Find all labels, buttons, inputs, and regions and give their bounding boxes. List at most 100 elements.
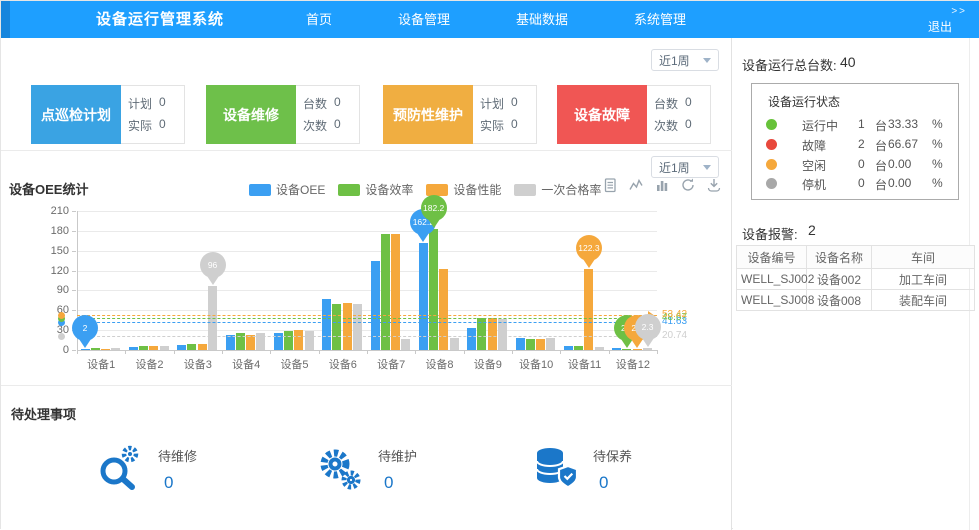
legend-label: 设备效率 bbox=[365, 181, 413, 198]
legend-item[interactable]: 一次合格率 bbox=[514, 181, 601, 198]
markpoint-pin-tip bbox=[583, 259, 595, 268]
nav-item-2[interactable]: 基础数据 bbox=[516, 1, 568, 38]
kpi-card[interactable]: 预防性维护计划0实际0 bbox=[383, 85, 537, 144]
legend-label: 一次合格率 bbox=[541, 181, 601, 198]
gridline bbox=[77, 211, 657, 212]
alarm-table-cell: 设备002 bbox=[807, 269, 872, 290]
bar-一次合格率 bbox=[595, 347, 604, 350]
bar-设备OEE bbox=[322, 299, 331, 350]
bar-设备性能 bbox=[149, 346, 158, 350]
status-percent-sign: % bbox=[932, 157, 943, 171]
kpi-card-row: 实际0 bbox=[480, 117, 536, 134]
pending-item-待维修[interactable]: 待维修0 bbox=[96, 444, 197, 493]
download-icon[interactable] bbox=[706, 177, 722, 193]
status-percent: 66.67 bbox=[888, 137, 918, 151]
markline-start-dot bbox=[58, 312, 65, 319]
bar-设备OEE bbox=[467, 328, 476, 350]
restore-icon[interactable] bbox=[680, 177, 696, 193]
pending-section: 待处理事项 待维修0待维护0待保养0 bbox=[1, 386, 732, 530]
nav-item-1[interactable]: 设备管理 bbox=[398, 1, 450, 38]
gridline bbox=[77, 310, 657, 311]
line-chart-icon[interactable] bbox=[628, 177, 644, 193]
cards-period-select[interactable]: 近1周 bbox=[651, 49, 719, 71]
status-unit: 台 bbox=[875, 176, 887, 193]
average-markline bbox=[77, 322, 657, 323]
bar-设备OEE bbox=[516, 338, 525, 350]
status-count: 0 bbox=[858, 157, 865, 171]
kpi-card-title: 点巡检计划 bbox=[31, 85, 121, 144]
x-axis-tick bbox=[415, 350, 416, 354]
x-axis-tick bbox=[77, 350, 78, 354]
chart-period-select[interactable]: 近1周 bbox=[651, 156, 719, 178]
bar-设备OEE bbox=[564, 346, 573, 350]
kpi-card[interactable]: 设备维修台数0次数0 bbox=[206, 85, 360, 144]
alarm-table-row[interactable]: WELL_SJ008设备008装配车间 bbox=[737, 290, 975, 311]
nav-item-0[interactable]: 首页 bbox=[306, 1, 332, 38]
markpoint-pin-tip bbox=[417, 233, 429, 242]
kpi-card-row: 计划0 bbox=[480, 95, 536, 112]
x-axis-tick bbox=[174, 350, 175, 354]
status-percent-sign: % bbox=[932, 117, 943, 131]
data-view-icon[interactable] bbox=[602, 177, 618, 193]
bar-一次合格率 bbox=[160, 346, 169, 350]
alarm-table-cell: WELL_SJ002 bbox=[737, 269, 807, 290]
legend-color-chip bbox=[249, 184, 271, 196]
y-axis-label: 210 bbox=[35, 205, 69, 217]
bar-chart-icon[interactable] bbox=[654, 177, 670, 193]
x-axis-category-label: 设备6 bbox=[318, 356, 368, 372]
status-dot bbox=[766, 159, 777, 170]
kpi-row-value: 0 bbox=[334, 95, 341, 112]
kpi-row-value: 0 bbox=[159, 117, 166, 134]
status-percent-sign: % bbox=[932, 176, 943, 190]
bar-chart-plot: 0306090120150180210设备1设备2设备3设备4设备5设备6设备7… bbox=[77, 211, 657, 350]
x-axis-tick bbox=[560, 350, 561, 354]
pending-text: 待保养0 bbox=[593, 444, 632, 493]
top-navbar: 设备运行管理系统 首页设备管理基础数据系统管理 >> 退出 bbox=[1, 1, 979, 38]
kpi-card-row: 次数0 bbox=[654, 117, 710, 134]
chevron-down-icon bbox=[703, 165, 711, 174]
alarm-table-row[interactable]: WELL_SJ002设备002加工车间 bbox=[737, 269, 975, 290]
status-count: 2 bbox=[858, 137, 865, 151]
kpi-card[interactable]: 点巡检计划计划0实际0 bbox=[31, 85, 185, 144]
expand-arrows-icon[interactable]: >> bbox=[951, 6, 967, 17]
status-label: 空闲 bbox=[802, 157, 826, 174]
bar-设备效率 bbox=[91, 348, 100, 350]
status-unit: 台 bbox=[875, 117, 887, 134]
status-percent: 0.00 bbox=[888, 176, 911, 190]
chart-period-value: 近1周 bbox=[659, 159, 690, 176]
status-unit: 台 bbox=[875, 137, 887, 154]
legend-color-chip bbox=[338, 184, 360, 196]
kpi-row-label: 台数 bbox=[654, 95, 678, 112]
pending-item-待保养[interactable]: 待保养0 bbox=[531, 444, 632, 493]
alarm-count: 2 bbox=[808, 222, 816, 238]
pending-item-待维护[interactable]: 待维护0 bbox=[316, 444, 417, 493]
pending-label: 待维修 bbox=[158, 446, 197, 465]
kpi-card[interactable]: 设备故障台数0次数0 bbox=[557, 85, 711, 144]
bar-设备OEE bbox=[81, 349, 90, 350]
x-axis-tick bbox=[367, 350, 368, 354]
status-dot bbox=[766, 178, 777, 189]
bar-一次合格率 bbox=[353, 304, 362, 350]
x-axis-tick bbox=[609, 350, 610, 354]
status-percent: 33.33 bbox=[888, 117, 918, 131]
x-axis-category-label: 设备10 bbox=[511, 356, 561, 372]
status-count: 1 bbox=[858, 117, 865, 131]
kpi-row-value: 0 bbox=[511, 95, 518, 112]
logout-button[interactable]: 退出 bbox=[928, 18, 952, 35]
bar-设备性能 bbox=[536, 339, 545, 350]
x-axis-category-label: 设备4 bbox=[221, 356, 271, 372]
kpi-card-title: 设备维修 bbox=[206, 85, 296, 144]
chart-title: 设备OEE统计 bbox=[9, 179, 88, 198]
legend-item[interactable]: 设备效率 bbox=[338, 181, 413, 198]
y-axis-tick bbox=[72, 350, 76, 351]
pending-text: 待维修0 bbox=[158, 444, 197, 493]
pending-label: 待维护 bbox=[378, 446, 417, 465]
alarm-table-cell: 装配车间 bbox=[872, 290, 975, 311]
x-axis-tick bbox=[222, 350, 223, 354]
nav-item-3[interactable]: 系统管理 bbox=[634, 1, 686, 38]
main-content: 近1周 点巡检计划计划0实际0设备维修台数0次数0预防性维护计划0实际0设备故障… bbox=[1, 38, 732, 530]
kpi-row-label: 计划 bbox=[128, 95, 152, 112]
x-axis-category-label: 设备12 bbox=[608, 356, 658, 372]
x-axis-category-label: 设备2 bbox=[125, 356, 175, 372]
legend-item[interactable]: 设备OEE bbox=[249, 181, 325, 198]
